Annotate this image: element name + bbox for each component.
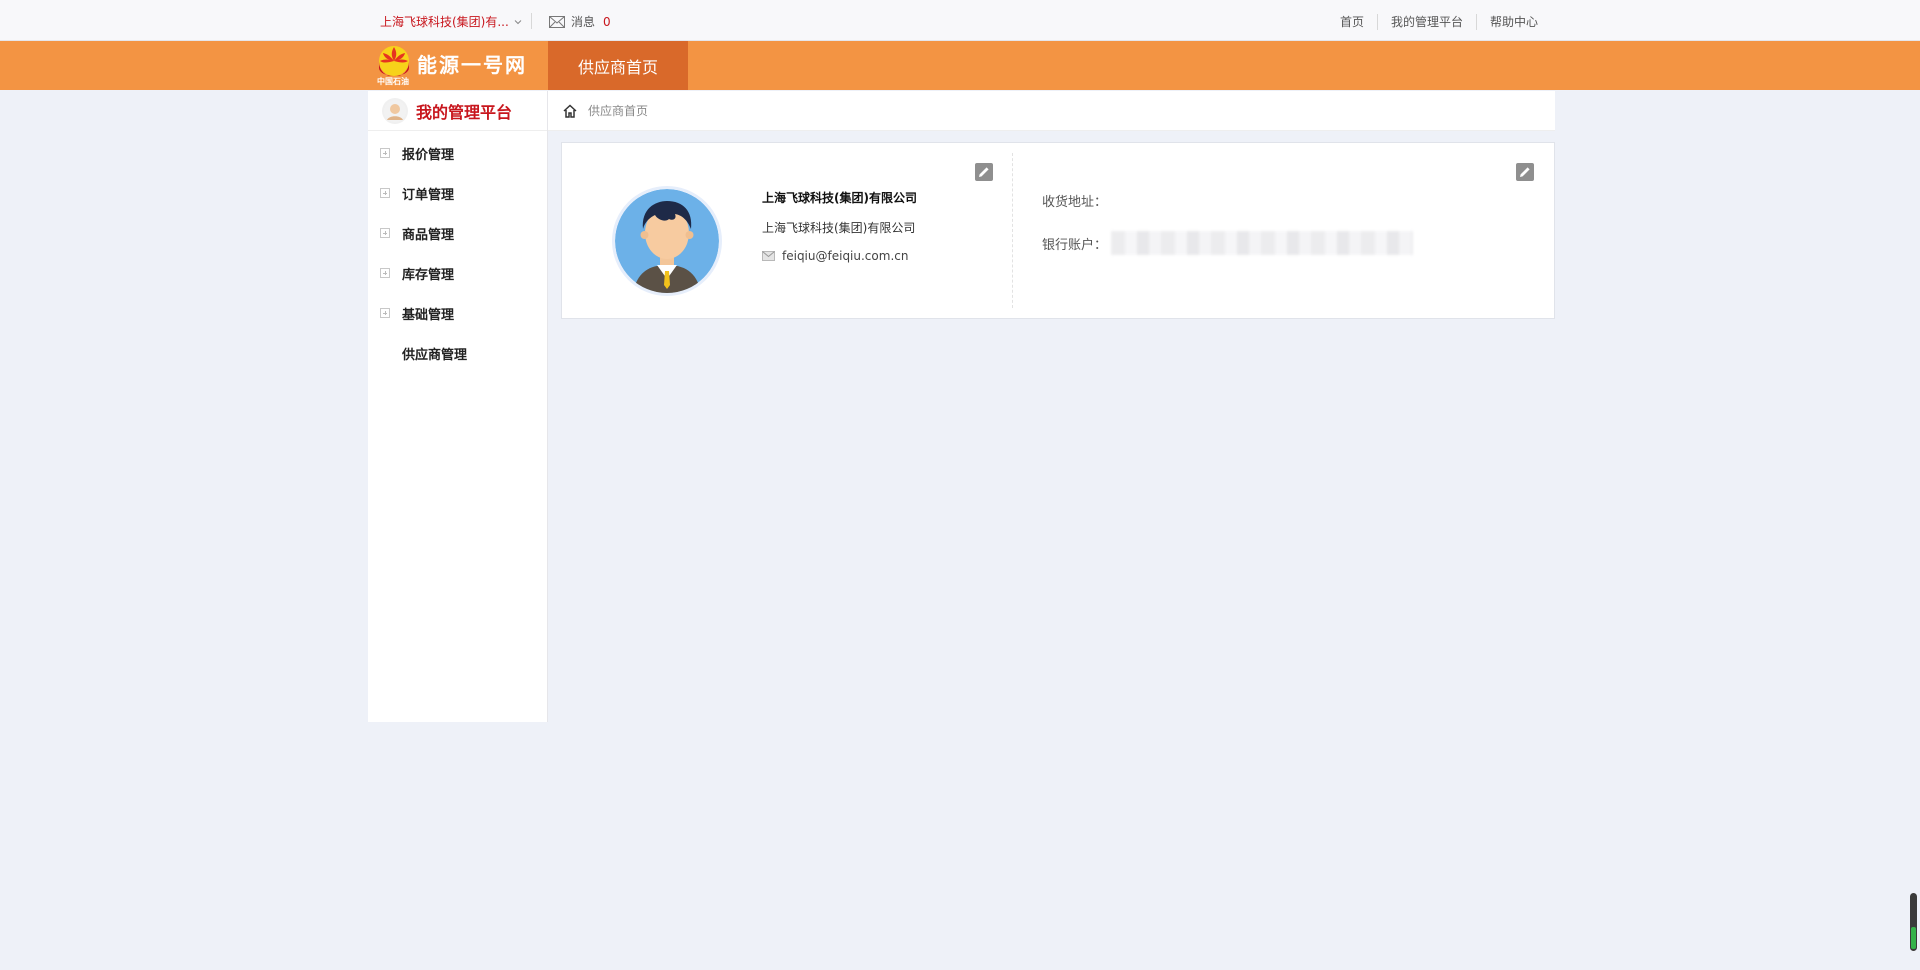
messages-count-badge: 0 xyxy=(603,14,611,29)
edit-address-icon[interactable] xyxy=(1516,163,1534,181)
sidebar: 我的管理平台 报价管理 订单管理 商品管理 库存管理 基础管理 供应商管理 xyxy=(368,91,548,722)
mail-icon xyxy=(549,15,565,28)
messages-label: 消息 xyxy=(571,15,596,29)
bank-account-label: 银行账户： xyxy=(1042,237,1108,253)
sidebar-item-label: 基础管理 xyxy=(402,307,455,323)
envelope-icon xyxy=(762,251,775,261)
company-name: 上海飞球科技(集团)有限公司 xyxy=(762,191,917,205)
sidebar-item-inventory[interactable]: 库存管理 xyxy=(368,253,547,293)
shipping-address-field: 收货地址： xyxy=(1042,191,1107,210)
supplier-avatar xyxy=(612,186,722,296)
sidebar-item-label: 报价管理 xyxy=(402,147,455,163)
top-right-links: 首页 我的管理平台 帮助中心 xyxy=(1340,13,1538,30)
breadcrumb-current: 供应商首页 xyxy=(588,104,649,118)
scroll-indicator[interactable] xyxy=(1910,893,1917,951)
management-platform-link[interactable]: 我的管理平台 xyxy=(1391,13,1463,30)
scroll-indicator-fill xyxy=(1911,927,1916,949)
email-value: feiqiu@feiqiu.com.cn xyxy=(782,249,909,263)
sidebar-item-label: 供应商管理 xyxy=(402,347,468,363)
sidebar-item-supplier[interactable]: 供应商管理 xyxy=(368,333,547,373)
expand-plus-icon xyxy=(380,308,390,318)
sidebar-menu: 报价管理 订单管理 商品管理 库存管理 基础管理 供应商管理 xyxy=(368,131,547,373)
sidebar-item-label: 订单管理 xyxy=(402,187,455,203)
tab-supplier-home[interactable]: 供应商首页 xyxy=(548,41,688,90)
breadcrumb: 供应商首页 xyxy=(548,91,1555,131)
petrochina-logo-icon: 中国石油 xyxy=(377,44,411,88)
card-divider xyxy=(1012,153,1013,308)
topbar-divider xyxy=(531,13,532,29)
bank-account-redacted-value xyxy=(1111,231,1414,255)
home-icon[interactable] xyxy=(562,103,578,119)
link-divider xyxy=(1377,13,1379,30)
messages-link[interactable]: 消息 0 xyxy=(549,13,611,30)
sidebar-item-orders[interactable]: 订单管理 xyxy=(368,173,547,213)
expand-plus-icon xyxy=(380,148,390,158)
home-link[interactable]: 首页 xyxy=(1340,13,1364,30)
company-subtitle: 上海飞球科技(集团)有限公司 xyxy=(762,221,916,235)
supplier-profile-card: 上海飞球科技(集团)有限公司 上海飞球科技(集团)有限公司 feiqiu@fei… xyxy=(561,142,1555,319)
company-switcher[interactable]: 上海飞球科技(集团)有... xyxy=(380,13,522,30)
help-center-link[interactable]: 帮助中心 xyxy=(1490,13,1538,30)
chevron-down-icon xyxy=(514,18,522,26)
user-avatar-icon xyxy=(382,97,408,124)
sidebar-item-products[interactable]: 商品管理 xyxy=(368,213,547,253)
sidebar-item-label: 商品管理 xyxy=(402,227,455,243)
company-switcher-label: 上海飞球科技(集团)有... xyxy=(380,15,509,29)
expand-plus-icon xyxy=(380,228,390,238)
bank-account-field: 银行账户： xyxy=(1042,231,1414,255)
site-logo[interactable]: 中国石油 能源一号网 xyxy=(377,44,547,88)
brand-name: 能源一号网 xyxy=(417,52,527,77)
sidebar-header: 我的管理平台 xyxy=(368,91,547,131)
sidebar-item-label: 库存管理 xyxy=(402,267,455,283)
expand-plus-icon xyxy=(380,188,390,198)
logo-caption: 中国石油 xyxy=(377,77,409,86)
sidebar-item-basic[interactable]: 基础管理 xyxy=(368,293,547,333)
edit-profile-icon[interactable] xyxy=(975,163,993,181)
shipping-address-label: 收货地址： xyxy=(1042,195,1108,210)
expand-plus-icon xyxy=(380,268,390,278)
email-row: feiqiu@feiqiu.com.cn xyxy=(762,249,908,263)
main-header: 中国石油 能源一号网 供应商首页 xyxy=(0,41,1920,90)
sidebar-title: 我的管理平台 xyxy=(416,102,513,122)
top-utility-bar: 上海飞球科技(集团)有... 消息 0 首页 我的管理平台 帮助中心 xyxy=(0,0,1920,41)
sidebar-item-quotes[interactable]: 报价管理 xyxy=(368,133,547,173)
link-divider xyxy=(1476,13,1478,30)
